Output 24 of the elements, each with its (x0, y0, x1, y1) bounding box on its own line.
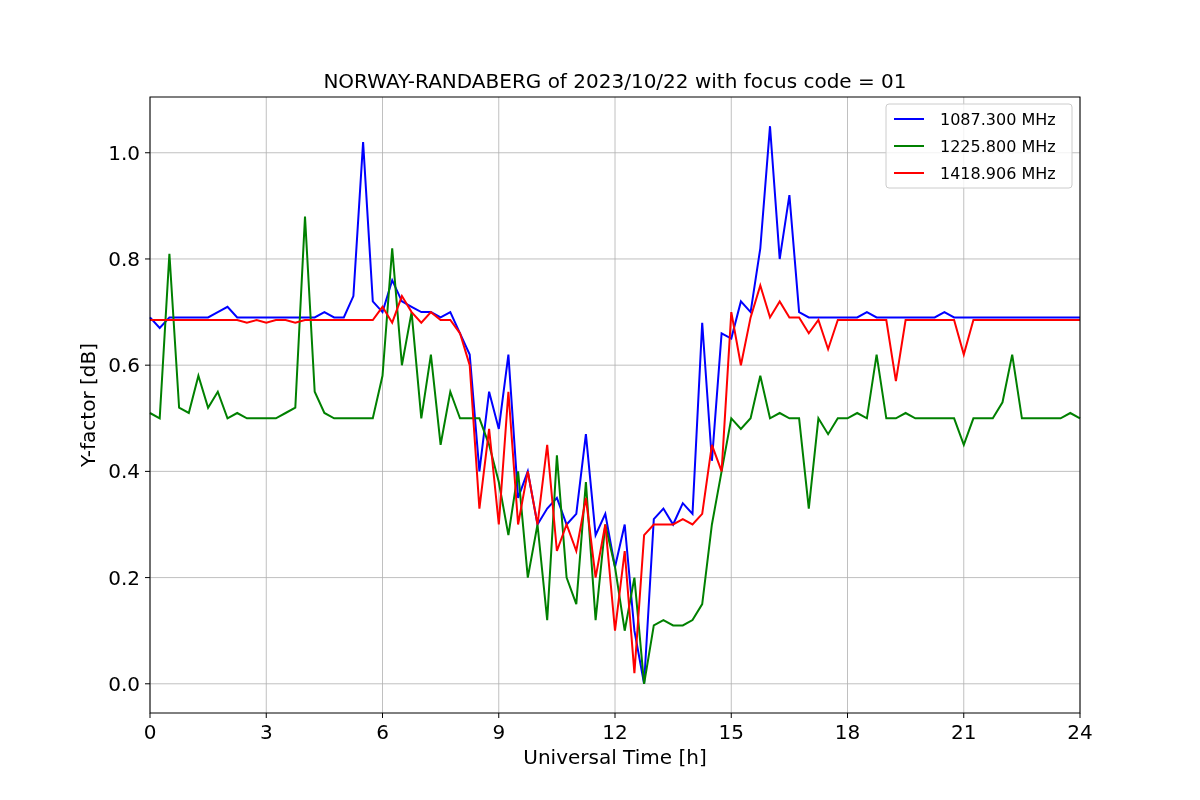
tick-label: 0.2 (108, 565, 140, 590)
tick-label: 0.8 (108, 246, 140, 271)
tick-label: 0.4 (108, 459, 140, 484)
x-axis-label: Universal Time [h] (523, 745, 707, 769)
legend-line (893, 145, 925, 147)
y-axis-label: Y-factor [dB] (76, 343, 100, 467)
tick-label: 18 (834, 720, 861, 744)
tick-label: 24 (1067, 720, 1093, 744)
tick-label: 15 (718, 720, 744, 744)
tick-label: 21 (951, 720, 977, 744)
tick-label: 1.0 (108, 140, 140, 165)
tick-label: 0 (143, 720, 157, 744)
legend-label: 1225.800 MHz (940, 137, 1056, 156)
legend-label: 1087.300 MHz (940, 110, 1056, 129)
tick-label: 12 (602, 720, 628, 744)
tick-label: 9 (492, 720, 506, 744)
legend-label: 1418.906 MHz (940, 164, 1056, 183)
tick-label: 3 (259, 720, 273, 744)
tick-label: 0.0 (108, 671, 140, 696)
legend-line (893, 172, 925, 174)
chart-title: NORWAY-RANDABERG of 2023/10/22 with focus code = 01 (323, 69, 907, 93)
legend-line (893, 118, 925, 120)
tick-label: 6 (376, 720, 389, 744)
tick-label: 0.6 (108, 353, 140, 378)
